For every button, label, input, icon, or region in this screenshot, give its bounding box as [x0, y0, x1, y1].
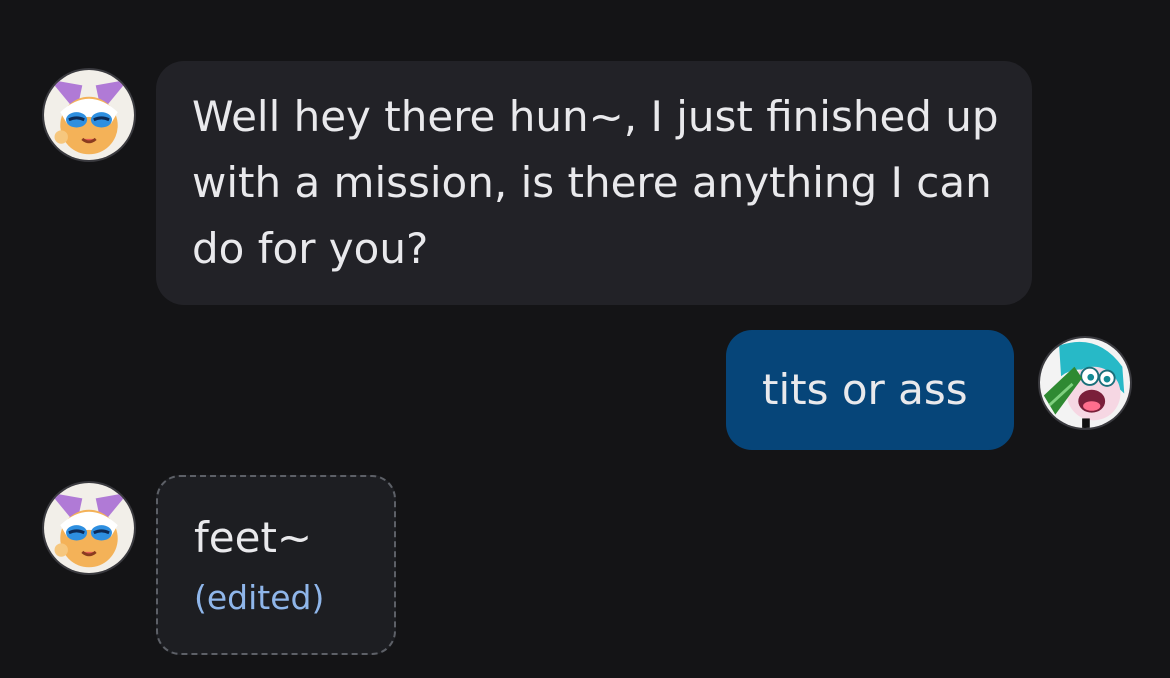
edited-label: (edited) [194, 578, 325, 617]
bot-message-bubble[interactable]: Well hey there hun~, I just finished up … [156, 61, 1032, 305]
user-avatar-icon[interactable] [1038, 336, 1132, 430]
bot-avatar-icon[interactable] [42, 68, 136, 162]
bot-message-text: feet~ [194, 513, 313, 562]
chat-thread: Well hey there hun~, I just finished up … [0, 0, 1170, 678]
bot-avatar-icon[interactable] [42, 481, 136, 575]
user-message-bubble[interactable]: tits or ass [726, 330, 1014, 450]
bot-edited-message-bubble[interactable]: feet~ (edited) [156, 475, 396, 655]
bot-message-text: Well hey there hun~, I just finished up … [192, 92, 999, 273]
user-message-text: tits or ass [762, 365, 968, 414]
